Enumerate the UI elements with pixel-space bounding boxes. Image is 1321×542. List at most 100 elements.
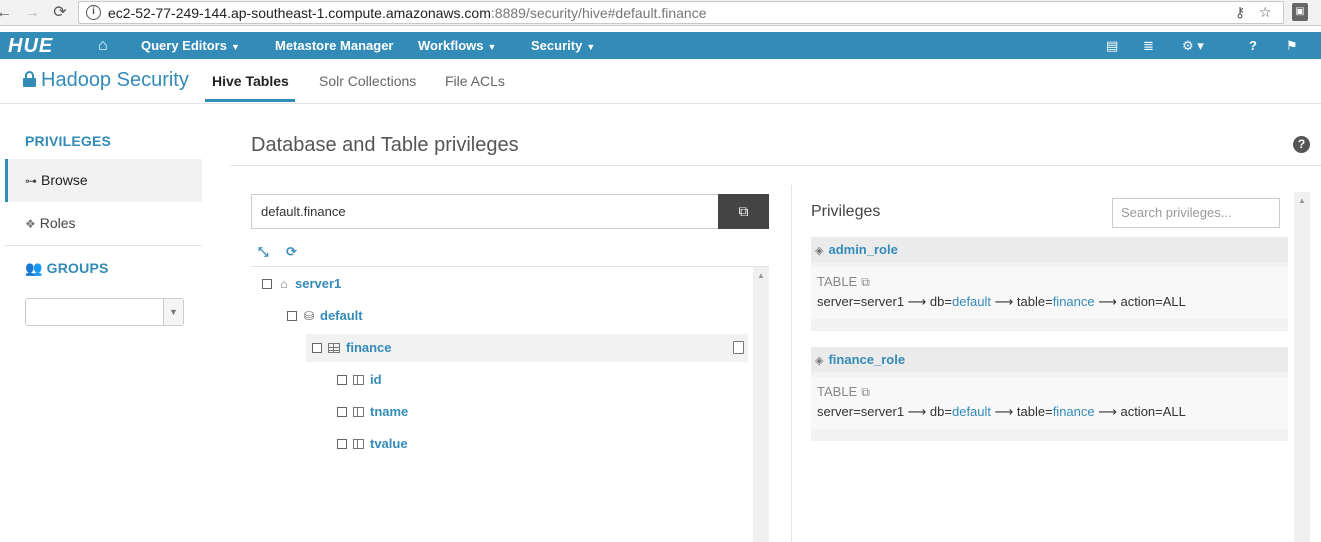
tree-node-database[interactable]: ⛁ default: [287, 302, 363, 330]
help-nav-icon[interactable]: ?: [1249, 32, 1257, 59]
extension-icon[interactable]: ▣: [1292, 3, 1308, 21]
chevron-down-icon: ▼: [487, 42, 497, 52]
privilege-server: server=server1 ⟶ db=: [817, 294, 952, 309]
refresh-icon[interactable]: ⟳: [286, 244, 297, 260]
settings-icon[interactable]: ⚙ ▾: [1182, 32, 1204, 59]
nav-query-editors-label: Query Editors: [141, 38, 227, 53]
home-icon[interactable]: ⌂: [98, 32, 108, 59]
browser-toolbar: ← → ⟳ i ec2-52-77-249-144.ap-southeast-1…: [0, 0, 1321, 26]
privileges-scrollbar[interactable]: ▲: [1294, 192, 1310, 542]
divider: [791, 185, 792, 542]
tab-hive-tables[interactable]: Hive Tables: [212, 73, 289, 89]
tree-node-server[interactable]: ⌂ server1: [262, 270, 341, 298]
tree-checkbox[interactable]: [262, 279, 272, 289]
list-icon[interactable]: ≣: [1143, 32, 1154, 59]
tree-checkbox[interactable]: [337, 439, 347, 449]
column-icon: [353, 407, 364, 417]
nav-workflows[interactable]: Workflows ▼: [418, 32, 496, 59]
tree-node-label[interactable]: tvalue: [370, 436, 408, 451]
cube-icon: ◈: [815, 245, 824, 257]
help-icon[interactable]: ?: [1293, 136, 1310, 153]
nav-query-editors[interactable]: Query Editors ▼: [141, 32, 240, 59]
privilege-type-label: TABLE: [817, 384, 858, 399]
column-icon: [353, 439, 364, 449]
back-icon[interactable]: ←: [0, 3, 14, 23]
privilege-type-label: TABLE: [817, 274, 858, 289]
table-icon: [328, 343, 340, 353]
nav-metastore-manager[interactable]: Metastore Manager: [275, 32, 393, 59]
tree-checkbox[interactable]: [337, 375, 347, 385]
nav-security[interactable]: Security ▼: [531, 32, 595, 59]
privilege-table-prefix: ⟶ table=: [991, 294, 1053, 309]
path-input[interactable]: default.finance: [251, 194, 719, 229]
privilege-item: TABLE ⧉ server=server1 ⟶ db=default ⟶ tab…: [811, 267, 1288, 319]
hue-navbar: HUE ⌂ Query Editors ▼ Metastore Manager W…: [0, 32, 1321, 59]
column-icon: [353, 375, 364, 385]
forward-icon[interactable]: →: [22, 3, 42, 23]
tree-node-column[interactable]: tname: [337, 398, 408, 426]
nav-workflows-label: Workflows: [418, 38, 484, 53]
tree-node-label[interactable]: server1: [295, 276, 341, 291]
chevron-down-icon: ▼: [586, 42, 596, 52]
external-link-icon: ⧉: [738, 203, 749, 219]
star-icon[interactable]: ☆: [1259, 4, 1272, 21]
role-header[interactable]: ◈ admin_role: [811, 237, 1288, 262]
scroll-up-icon[interactable]: ▲: [757, 271, 765, 280]
info-icon[interactable]: i: [86, 5, 101, 20]
page-title: Database and Table privileges: [251, 134, 519, 156]
cubes-icon: ❖: [25, 217, 36, 231]
tree-checkbox[interactable]: [337, 407, 347, 417]
tree-checkbox[interactable]: [287, 311, 297, 321]
chevron-down-icon[interactable]: ▼: [163, 299, 183, 325]
privilege-table-prefix: ⟶ table=: [991, 404, 1053, 419]
open-external-button[interactable]: ⧉: [718, 194, 769, 229]
tree-scrollbar[interactable]: ▲: [753, 267, 769, 542]
app-title[interactable]: Hadoop Security: [23, 69, 189, 92]
external-link-icon[interactable]: ⧉: [861, 275, 870, 289]
role-card: ◈ admin_role TABLE ⧉ server=server1 ⟶ db=d…: [811, 237, 1288, 331]
tab-file-acls[interactable]: File ACLs: [445, 73, 505, 89]
hue-logo[interactable]: HUE: [8, 35, 53, 58]
tree-node-label[interactable]: id: [370, 372, 382, 387]
tree-node-table[interactable]: finance: [306, 334, 748, 362]
tree-node-label[interactable]: finance: [346, 340, 392, 355]
address-bar[interactable]: i ec2-52-77-249-144.ap-southeast-1.compu…: [78, 1, 1284, 24]
sidebar-item-label: Browse: [41, 172, 88, 188]
sidebar: PRIVILEGES ⊶ Browse ❖ Roles 👥 GROUPS ▼: [0, 104, 202, 542]
tree-checkbox[interactable]: [312, 343, 322, 353]
tab-solr-collections[interactable]: Solr Collections: [319, 73, 416, 89]
privilege-server: server=server1 ⟶ db=: [817, 404, 952, 419]
tree-node-column[interactable]: tvalue: [337, 430, 408, 458]
divider: [5, 245, 202, 246]
tree-node-label[interactable]: tname: [370, 404, 408, 419]
active-tab-indicator: [205, 99, 295, 102]
app-title-label: Hadoop Security: [41, 69, 189, 91]
collapse-icon[interactable]: ⤡: [258, 244, 268, 260]
scroll-up-icon[interactable]: ▲: [1298, 196, 1306, 205]
external-link-icon[interactable]: ⧉: [861, 385, 870, 399]
tree-node-column[interactable]: id: [337, 366, 382, 394]
privilege-db-link[interactable]: default: [952, 294, 991, 309]
sidebar-item-roles[interactable]: ❖ Roles: [5, 202, 202, 245]
search-privileges-input[interactable]: Search privileges...: [1112, 198, 1280, 228]
app-header: Hadoop Security Hive Tables Solr Collect…: [0, 59, 1321, 104]
sidebar-item-label: Roles: [39, 215, 76, 231]
groups-heading: 👥 GROUPS: [25, 260, 109, 277]
privilege-table-link[interactable]: finance: [1053, 294, 1095, 309]
sidebar-item-browse[interactable]: ⊶ Browse: [5, 159, 202, 202]
role-name[interactable]: finance_role: [828, 352, 905, 367]
tree-node-label[interactable]: default: [320, 308, 363, 323]
role-header[interactable]: ◈ finance_role: [811, 347, 1288, 372]
privilege-type: TABLE ⧉: [817, 384, 870, 400]
privilege-table-link[interactable]: finance: [1053, 404, 1095, 419]
reload-icon[interactable]: ⟳: [50, 3, 70, 23]
privileges-heading: PRIVILEGES: [25, 133, 112, 149]
file-icon[interactable]: [733, 341, 744, 354]
groups-select[interactable]: ▼: [25, 298, 184, 326]
key-icon[interactable]: ⚷: [1235, 4, 1245, 21]
flag-icon[interactable]: ⚑: [1286, 32, 1298, 59]
privilege-db-link[interactable]: default: [952, 404, 991, 419]
role-name[interactable]: admin_role: [828, 242, 897, 257]
privilege-type: TABLE ⧉: [817, 274, 870, 290]
document-icon[interactable]: ▤: [1106, 32, 1118, 59]
